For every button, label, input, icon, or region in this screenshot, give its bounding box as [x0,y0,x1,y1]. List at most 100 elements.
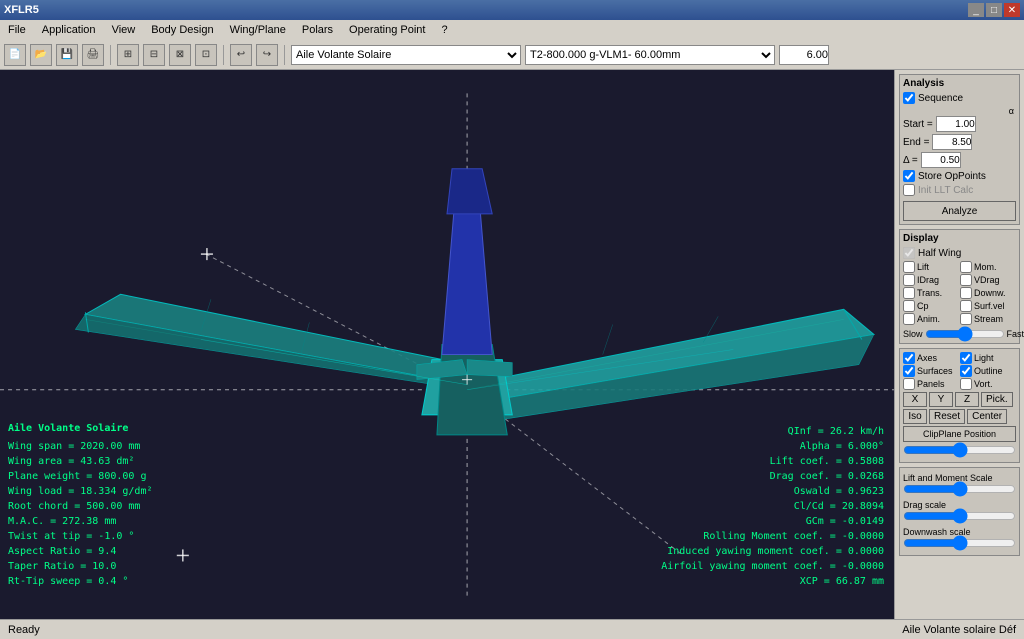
axes-item: Axes [903,352,959,364]
info-line-0: Wing span = 2020.00 mm [8,439,153,454]
menu-application[interactable]: Application [38,24,100,36]
lift-checkbox[interactable] [903,261,915,273]
open-btn[interactable]: 📂 [30,44,52,66]
save-btn[interactable]: 💾 [56,44,78,66]
info-line-9: Rt-Tip sweep = 0.4 ° [8,574,153,589]
3d-viewport[interactable]: Aile Volante Solaire Wing span = 2020.00… [0,70,894,619]
vort-checkbox[interactable] [960,378,972,390]
half-wing-checkbox[interactable] [903,247,915,259]
vdrag-checkbox[interactable] [960,274,972,286]
lift-moment-slider[interactable] [903,483,1016,495]
stream-checkbox[interactable] [960,313,972,325]
axes-checkbox[interactable] [903,352,915,364]
analyze-button[interactable]: Analyze [903,201,1016,221]
downwash-label: Downw. [974,288,1006,298]
info-line-4: Root chord = 500.00 mm [8,499,153,514]
downwash-checkbox[interactable] [960,287,972,299]
surfaces-checkbox[interactable] [903,365,915,377]
btn8[interactable]: ⊡ [195,44,217,66]
y-view-button[interactable]: Y [929,392,953,407]
status-left: Ready [8,624,40,636]
anim-label: Anim. [917,314,940,324]
alpha-input[interactable]: 6.00 [779,45,829,65]
sequence-checkbox[interactable] [903,92,915,104]
btn6[interactable]: ⊟ [143,44,165,66]
btn7[interactable]: ⊠ [169,44,191,66]
half-wing-label: Half Wing [918,248,961,259]
display-title: Display [903,233,1016,244]
minimize-btn[interactable]: _ [968,3,984,17]
downwash-slider[interactable] [903,537,1016,549]
fast-label: Fast [1007,329,1024,339]
maximize-btn[interactable]: □ [986,3,1002,17]
perf-line-1: Alpha = 6.000° [661,439,884,454]
info-line-3: Wing load = 18.334 g/dm² [8,484,153,499]
clipplane-slider[interactable] [903,444,1016,456]
idrag-label: IDrag [917,275,939,285]
cp-checkbox[interactable] [903,300,915,312]
cp-label: Cp [917,301,929,311]
analysis-select[interactable]: T2-800.000 g-VLM1- 60.00mm [525,45,775,65]
downwash-item: Downw. [960,287,1016,299]
end-row: End = [903,134,1016,150]
panels-checkbox[interactable] [903,378,915,390]
delta-row: Δ = [903,152,1016,168]
perf-line-8: Induced yawing moment coef. = 0.0000 [661,544,884,559]
mom-checkbox[interactable] [960,261,972,273]
sep1 [110,45,111,65]
start-row: Start = [903,116,1016,132]
center-button[interactable]: Center [967,409,1007,424]
lift-item: Lift [903,261,959,273]
undo-btn[interactable]: ↩ [230,44,252,66]
iso-button[interactable]: Iso [903,409,927,424]
print-btn[interactable]: 🖨 [82,44,104,66]
store-op-checkbox[interactable] [903,170,915,182]
surfaces-label: Surfaces [917,366,953,376]
end-input[interactable] [932,134,972,150]
vdrag-item: VDrag [960,274,1016,286]
anim-checkbox[interactable] [903,313,915,325]
menu-body-design[interactable]: Body Design [147,24,217,36]
pick-button[interactable]: Pick. [981,392,1013,407]
window-controls: _ □ ✕ [968,3,1020,17]
slow-label: Slow [903,329,923,339]
menu-wing-plane[interactable]: Wing/Plane [226,24,290,36]
speed-slider[interactable] [925,328,1005,340]
reset-button[interactable]: Reset [929,409,965,424]
delta-input[interactable] [921,152,961,168]
menu-polars[interactable]: Polars [298,24,337,36]
scales-group: Lift and Moment Scale Drag scale Downwas… [899,467,1020,556]
menu-file[interactable]: File [4,24,30,36]
perf-line-9: Airfoil yawing moment coef. = -0.0000 [661,559,884,574]
info-line-8: Taper Ratio = 10.0 [8,559,153,574]
plane-select[interactable]: Aile Volante Solaire [291,45,521,65]
new-btn[interactable]: 📄 [4,44,26,66]
half-wing-row: Half Wing [903,247,1016,259]
start-input[interactable] [936,116,976,132]
clipplane-button[interactable]: ClipPlane Position [903,426,1016,442]
outline-checkbox[interactable] [960,365,972,377]
drag-slider[interactable] [903,510,1016,522]
menu-operating-point[interactable]: Operating Point [345,24,429,36]
x-view-button[interactable]: X [903,392,927,407]
perf-line-7: Rolling Moment coef. = -0.0000 [661,529,884,544]
redo-btn[interactable]: ↪ [256,44,278,66]
info-line-6: Twist at tip = -1.0 ° [8,529,153,544]
axes-label: Axes [917,353,937,363]
display-group: Display Half Wing Lift Mom. IDrag [899,229,1020,344]
btn5[interactable]: ⊞ [117,44,139,66]
light-item: Light [960,352,1016,364]
perf-line-6: GCm = -0.0149 [661,514,884,529]
init-llt-checkbox[interactable] [903,184,915,196]
menu-help[interactable]: ? [437,24,451,36]
z-view-button[interactable]: Z [955,392,979,407]
surfvel-checkbox[interactable] [960,300,972,312]
outline-item: Outline [960,365,1016,377]
light-label: Light [974,353,994,363]
stream-item: Stream [960,313,1016,325]
light-checkbox[interactable] [960,352,972,364]
trans-checkbox[interactable] [903,287,915,299]
menu-view[interactable]: View [108,24,140,36]
idrag-checkbox[interactable] [903,274,915,286]
close-btn[interactable]: ✕ [1004,3,1020,17]
